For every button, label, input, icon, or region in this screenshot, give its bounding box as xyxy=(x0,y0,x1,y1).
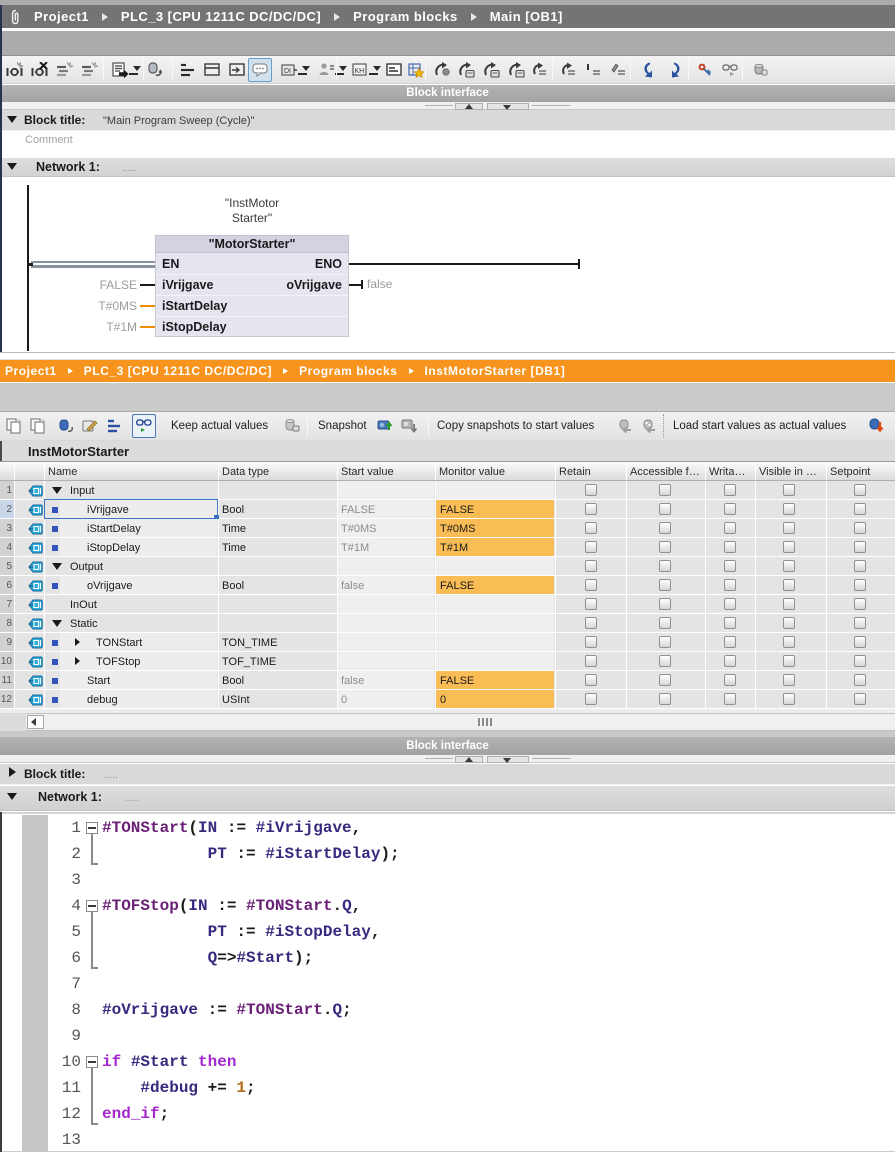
svg-text:DI: DI xyxy=(284,68,291,75)
svg-text:KH: KH xyxy=(355,68,365,75)
